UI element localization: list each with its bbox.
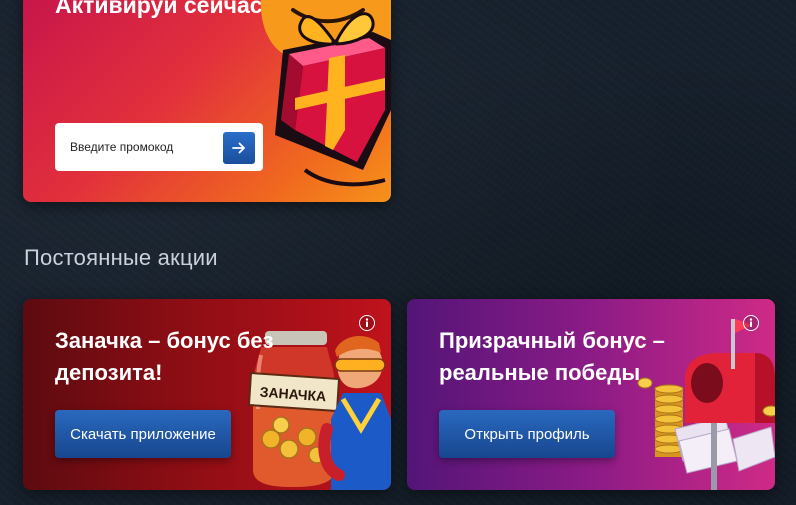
offer-card-stash[interactable]: ЗАНАЧКА Заначка – бонус без депозита! Ск… <box>23 299 391 490</box>
section-title-permanent-promos: Постоянные акции <box>24 245 218 270</box>
promo-code-input[interactable] <box>55 123 215 171</box>
offer-info-button-stash[interactable] <box>359 315 375 331</box>
arrow-right-icon <box>232 142 245 154</box>
offer-title-ghost-bonus: Призрачный бонус – реальные победы <box>439 328 665 385</box>
offer-info-button-ghost-bonus[interactable] <box>743 315 759 331</box>
promo-code-form <box>55 123 263 171</box>
promo-code-card: Активируй сейчас! <box>23 0 391 202</box>
promo-submit-button[interactable] <box>223 132 255 164</box>
info-icon <box>365 318 369 327</box>
offer-card-ghost-bonus[interactable]: Призрачный бонус – реальные победы Откры… <box>407 299 775 490</box>
open-profile-button[interactable]: Открыть профиль <box>439 410 615 458</box>
info-icon <box>749 318 753 327</box>
offer-title-stash: Заначка – бонус без депозита! <box>55 328 274 385</box>
promo-title: Активируй сейчас! <box>55 0 271 18</box>
download-app-button[interactable]: Скачать приложение <box>55 410 231 458</box>
gift-illustration <box>260 0 391 187</box>
